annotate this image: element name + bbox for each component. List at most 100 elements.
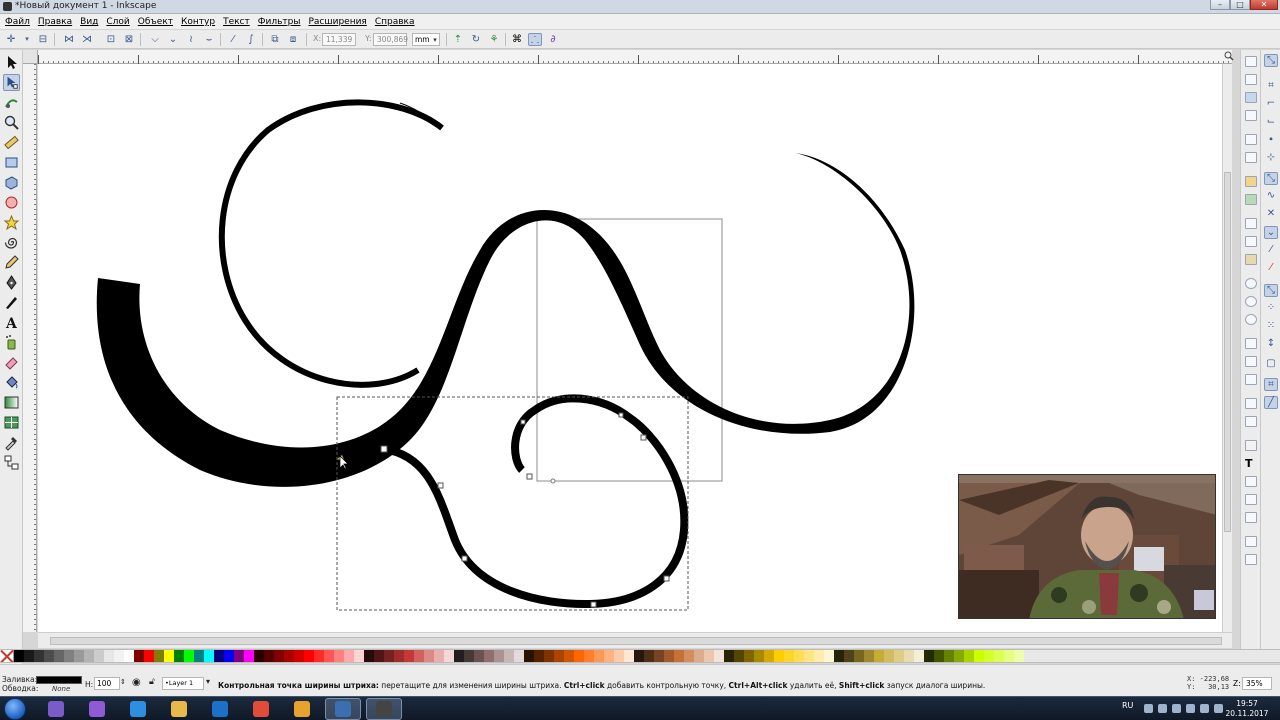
new-document-icon[interactable] <box>1245 56 1257 67</box>
palette-swatch[interactable] <box>844 650 854 662</box>
node-smooth-icon[interactable]: ⌄ <box>166 33 180 46</box>
path-node[interactable] <box>618 412 624 418</box>
current-layer-select[interactable]: •Layer 1 <box>162 677 204 690</box>
palette-swatch[interactable] <box>364 650 374 662</box>
delete-node-icon[interactable]: ⊟ <box>36 33 50 46</box>
segment-line-icon[interactable]: ⁄ <box>226 33 240 46</box>
palette-swatch[interactable] <box>434 650 444 662</box>
palette-swatch[interactable] <box>374 650 384 662</box>
clone-icon[interactable] <box>1245 356 1257 367</box>
palette-swatch[interactable] <box>54 650 64 662</box>
zoom-icon[interactable] <box>1224 51 1234 61</box>
align-dialog-icon[interactable] <box>1245 512 1257 523</box>
horizontal-scroll-thumb[interactable] <box>50 637 1222 645</box>
unlink-clone-icon[interactable] <box>1245 374 1257 385</box>
spray-tool-icon[interactable] <box>3 334 20 351</box>
unit-dropdown-icon[interactable]: ▾ <box>428 34 442 47</box>
path-node[interactable] <box>590 601 597 608</box>
palette-swatch[interactable] <box>294 650 304 662</box>
palette-swatch[interactable] <box>824 650 834 662</box>
taskbar-media-player-button[interactable] <box>284 698 320 720</box>
palette-swatch[interactable] <box>454 650 464 662</box>
palette-swatch[interactable] <box>234 650 244 662</box>
cut-icon[interactable] <box>1245 236 1257 247</box>
palette-swatch[interactable] <box>894 650 904 662</box>
snap-text-baseline-icon[interactable]: ↕ <box>1264 338 1278 351</box>
palette-swatch[interactable] <box>194 650 204 662</box>
palette-swatch[interactable] <box>314 650 324 662</box>
palette-swatch[interactable] <box>964 650 974 662</box>
group-icon[interactable] <box>1245 398 1257 409</box>
palette-swatch[interactable] <box>874 650 884 662</box>
snap-paths-icon[interactable]: ∿ <box>1264 190 1278 203</box>
zoom-selection-icon[interactable] <box>1245 278 1257 289</box>
palette-swatch[interactable] <box>764 650 774 662</box>
menu-view[interactable]: Вид <box>76 14 102 28</box>
palette-swatch[interactable] <box>64 650 74 662</box>
palette-swatch[interactable] <box>134 650 144 662</box>
palette-swatch[interactable] <box>354 650 364 662</box>
palette-swatch[interactable] <box>214 650 224 662</box>
menu-extensions[interactable]: Расширения <box>304 14 370 28</box>
xml-editor-icon[interactable] <box>1245 494 1257 505</box>
palette-swatch[interactable] <box>34 650 44 662</box>
palette-swatch[interactable] <box>854 650 864 662</box>
edit-mask-icon[interactable]: ⚘ <box>487 33 501 46</box>
palette-swatch[interactable] <box>974 650 984 662</box>
palette-swatch[interactable] <box>914 650 924 662</box>
palette-swatch[interactable] <box>614 650 624 662</box>
network-icon[interactable] <box>1200 704 1209 713</box>
taskbar-chrome-button[interactable] <box>243 698 279 720</box>
palette-swatch[interactable] <box>534 650 544 662</box>
menu-edit[interactable]: Правка <box>34 14 76 28</box>
open-document-icon[interactable] <box>1245 74 1257 85</box>
snap-guides-icon[interactable]: ╱ <box>1264 396 1278 409</box>
palette-swatch[interactable] <box>284 650 294 662</box>
palette-swatch[interactable] <box>524 650 534 662</box>
path-node[interactable] <box>526 473 533 480</box>
import-icon[interactable] <box>1245 134 1257 145</box>
taskbar-app-1-button[interactable] <box>38 698 74 720</box>
segment-curve-icon[interactable]: ∫ <box>244 33 258 46</box>
menu-file[interactable]: Файл <box>1 14 34 28</box>
palette-swatch[interactable] <box>384 650 394 662</box>
palette-swatch[interactable] <box>484 650 494 662</box>
palette-swatch[interactable] <box>124 650 134 662</box>
menu-layer[interactable]: Слой <box>102 14 133 28</box>
palette-swatch[interactable] <box>164 650 174 662</box>
palette-swatch[interactable] <box>934 650 944 662</box>
lock-layer-icon[interactable]: 🔓︎ <box>149 677 155 687</box>
layers-dialog-icon[interactable] <box>1245 476 1257 487</box>
taskbar-file-explorer-button[interactable] <box>161 698 197 720</box>
palette-swatch[interactable] <box>834 650 844 662</box>
palette-swatch[interactable] <box>574 650 584 662</box>
palette-swatch[interactable] <box>254 650 264 662</box>
dropper-tool-icon[interactable] <box>3 434 20 451</box>
text-dialog-icon[interactable]: T <box>1245 458 1257 469</box>
palette-swatch[interactable] <box>1014 650 1024 662</box>
vertical-ruler[interactable] <box>23 64 37 632</box>
stroke-indicator[interactable]: None <box>52 685 70 693</box>
palette-swatch[interactable] <box>74 650 84 662</box>
path-node[interactable] <box>437 482 444 489</box>
language-indicator[interactable]: RU <box>1122 701 1133 710</box>
palette-swatch[interactable] <box>44 650 54 662</box>
opacity-input[interactable]: 100 <box>94 677 120 690</box>
path-node[interactable] <box>640 434 647 441</box>
palette-swatch[interactable] <box>404 650 414 662</box>
palette-swatch[interactable] <box>474 650 484 662</box>
node-cusp-icon[interactable]: ⌵ <box>148 33 162 46</box>
zoom-drawing-icon[interactable] <box>1245 296 1257 307</box>
palette-swatch[interactable] <box>734 650 744 662</box>
undo-icon[interactable] <box>1245 176 1257 187</box>
palette-swatch[interactable] <box>184 650 194 662</box>
taskbar-internet-explorer-button[interactable] <box>120 698 156 720</box>
x-coordinate-input[interactable]: 11,339 <box>322 33 356 46</box>
tray-arrow-icon[interactable] <box>1144 704 1153 713</box>
node-symmetric-icon[interactable]: ≀ <box>184 33 198 46</box>
object-to-path-icon[interactable]: ⧉ <box>268 33 282 46</box>
palette-swatch[interactable] <box>144 650 154 662</box>
clock[interactable]: 19:57 20.11.2017 <box>1222 699 1272 719</box>
palette-swatch[interactable] <box>664 650 674 662</box>
palette-swatch[interactable] <box>784 650 794 662</box>
